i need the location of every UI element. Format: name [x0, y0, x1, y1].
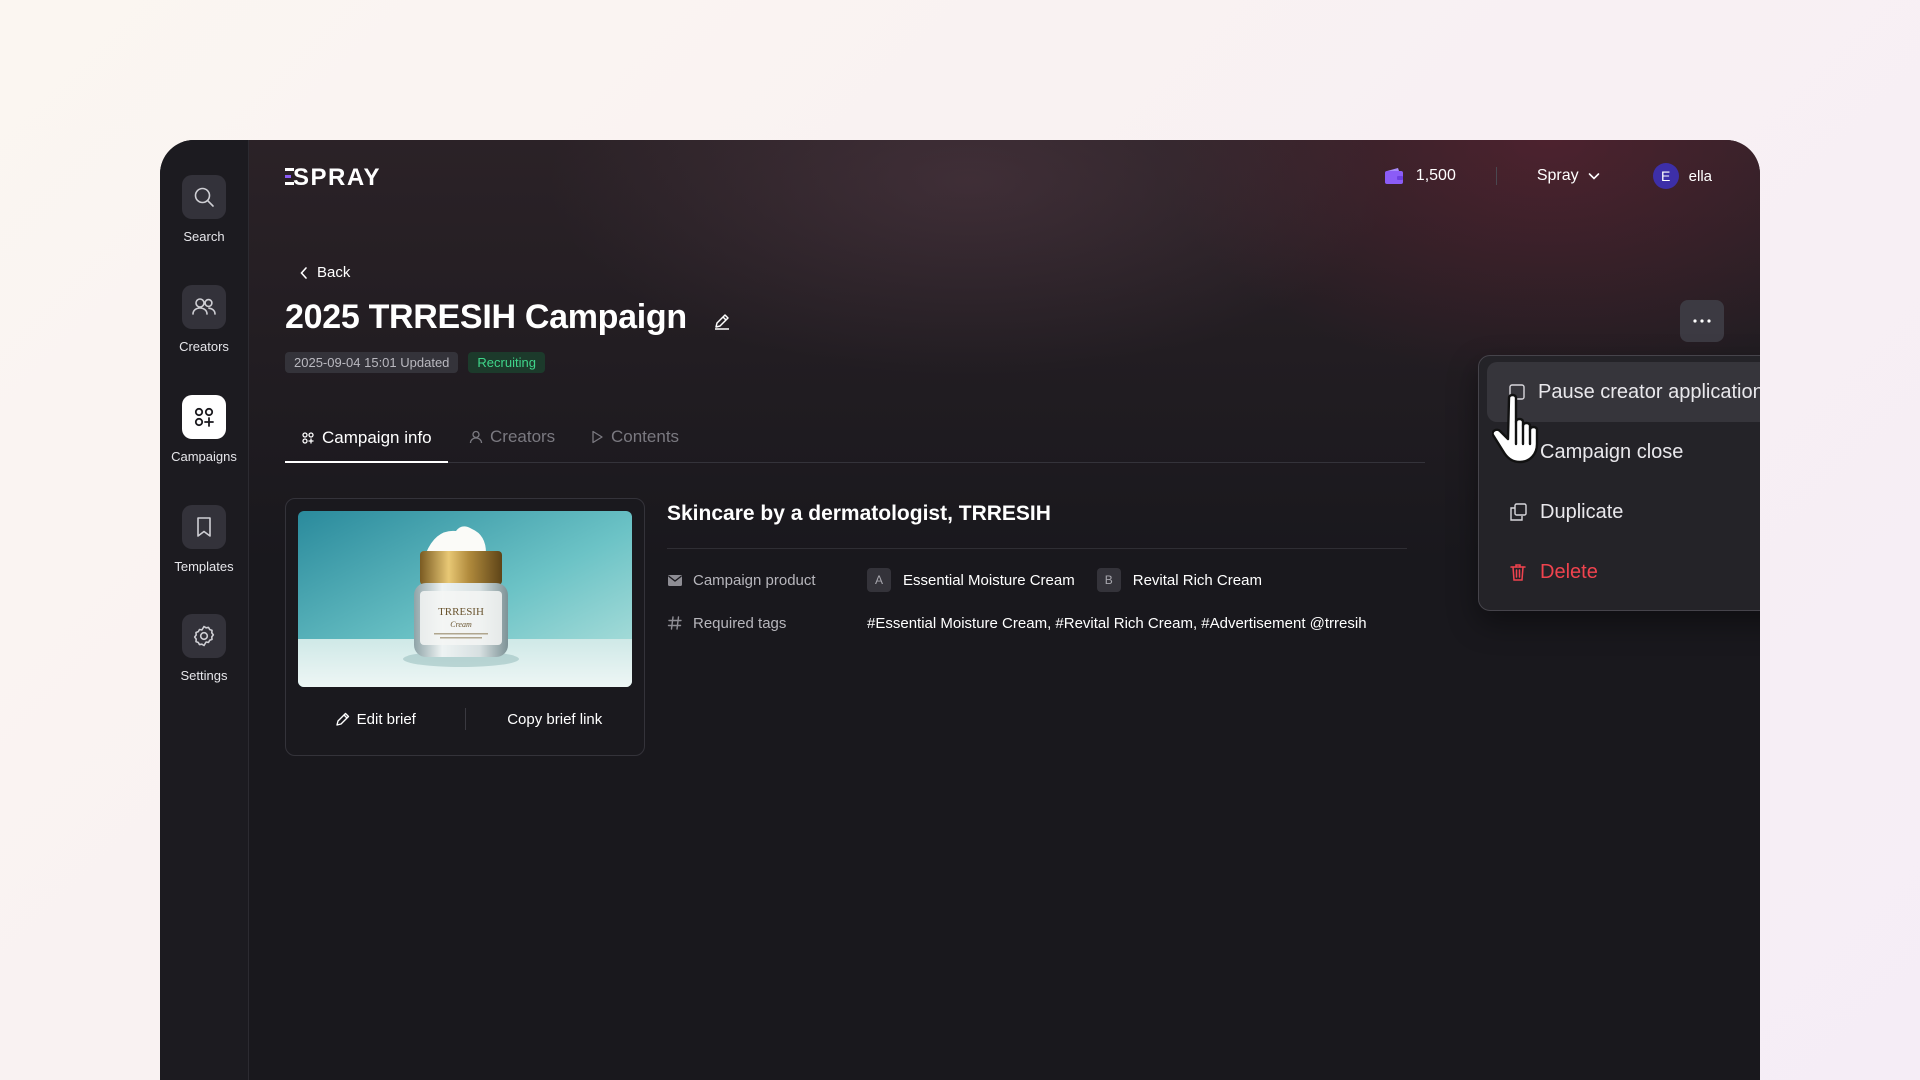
users-icon [182, 285, 226, 329]
sidebar-item-label: Templates [174, 559, 234, 574]
mail-icon [668, 575, 682, 586]
user-icon [469, 430, 483, 444]
trash-icon [1510, 564, 1526, 581]
required-tags-label: Required tags [667, 615, 867, 632]
product-badge: A [867, 568, 891, 592]
bookmark-icon [182, 505, 226, 549]
tab-label: Campaign info [322, 427, 432, 447]
required-tags-value: #Essential Moisture Cream, #Revital Rich… [867, 614, 1367, 632]
sidebar-item-templates[interactable]: Templates [160, 505, 248, 574]
page-title: 2025 TRRESIH Campaign [285, 298, 687, 336]
grid-plus-icon [302, 431, 314, 444]
copy-brief-link-button[interactable]: Copy brief link [466, 711, 645, 728]
product-image: TRRESIH Cream [298, 511, 632, 687]
brief-actions: Edit brief Copy brief link [286, 699, 644, 739]
campaign-headline: Skincare by a dermatologist, TRRESIH [667, 498, 1407, 549]
main-content: SPRAY 1,500 Spray E ella Back 2025 TRRES… [249, 140, 1760, 1080]
campaign-meta: 2025-09-04 15:01 Updated Recruiting [285, 352, 545, 373]
campaign-details: Skincare by a dermatologist, TRRESIH Cam… [667, 498, 1407, 649]
user-name: ella [1688, 167, 1712, 185]
sidebar-item-search[interactable]: Search [160, 175, 248, 244]
wallet-icon [1384, 168, 1403, 184]
svg-text:Cream: Cream [450, 620, 472, 629]
updated-badge: 2025-09-04 15:01 Updated [285, 352, 459, 373]
product-chip-a[interactable]: A Essential Moisture Cream [867, 568, 1075, 592]
edit-title-icon[interactable] [713, 312, 731, 335]
sidebar-item-creators[interactable]: Creators [160, 285, 248, 354]
sidebar-item-label: Search [183, 229, 225, 244]
back-link[interactable]: Back [299, 264, 350, 281]
sidebar-item-label: Campaigns [171, 449, 237, 464]
menu-item-duplicate[interactable]: Duplicate [1487, 482, 1760, 542]
divider [1495, 167, 1497, 185]
product-badge: B [1096, 568, 1121, 592]
campaign-product-row: Campaign product A Essential Moisture Cr… [667, 563, 1407, 597]
more-horizontal-icon [1693, 319, 1711, 323]
topbar-right: 1,500 Spray E ella [1384, 162, 1712, 190]
hand-cursor-icon [1491, 392, 1558, 471]
product-name: Revital Rich Cream [1132, 571, 1262, 589]
duplicate-icon [1510, 503, 1527, 521]
gear-icon [182, 614, 226, 658]
menu-item-delete[interactable]: Delete [1487, 542, 1760, 602]
sidebar-item-campaigns[interactable]: Campaigns [160, 395, 248, 464]
avatar: E [1652, 163, 1679, 189]
menu-item-label: Delete [1540, 560, 1598, 583]
sidebar: Search Creators Campaigns Templates Sett… [160, 140, 249, 1080]
brand-logo[interactable]: SPRAY [285, 164, 397, 193]
required-tags-row: Required tags #Essential Moisture Cream,… [667, 606, 1407, 640]
menu-item-label: Campaign close [1540, 440, 1684, 463]
product-chip-b[interactable]: B Revital Rich Cream [1096, 568, 1262, 592]
sidebar-item-settings[interactable]: Settings [160, 614, 248, 683]
svg-text:SPRAY: SPRAY [293, 164, 381, 188]
tab-label: Contents [611, 427, 680, 446]
edit-brief-label: Edit brief [356, 710, 416, 728]
hash-icon [667, 616, 682, 630]
sidebar-item-label: Creators [179, 339, 229, 354]
user-menu[interactable]: E ella [1652, 163, 1712, 189]
workspace-name: Spray [1536, 167, 1579, 184]
sidebar-item-label: Settings [180, 668, 228, 683]
tab-contents[interactable]: Contents [590, 414, 679, 460]
more-options-button[interactable] [1680, 300, 1724, 342]
copy-brief-link-label: Copy brief link [507, 710, 603, 728]
tab-creators[interactable]: Creators [469, 414, 555, 460]
credit-amount: 1,500 [1415, 167, 1456, 184]
brief-card: TRRESIH Cream Edit brief Copy brief link [285, 498, 645, 756]
tab-bar: Campaign info Creators Contents [285, 414, 1425, 463]
credit-balance[interactable]: 1,500 [1384, 167, 1456, 185]
workspace-selector[interactable]: Spray [1537, 167, 1601, 185]
tab-label: Creators [490, 427, 556, 446]
search-icon [182, 175, 226, 219]
app-window: Search Creators Campaigns Templates Sett… [160, 140, 1760, 1080]
edit-brief-button[interactable]: Edit brief [286, 711, 465, 728]
back-label: Back [317, 264, 351, 281]
chevron-down-icon [1588, 173, 1599, 180]
campaign-product-label: Campaign product [667, 572, 867, 589]
menu-item-label: Duplicate [1540, 500, 1624, 523]
product-name: Essential Moisture Cream [903, 571, 1075, 589]
tab-campaign-info[interactable]: Campaign info [285, 414, 448, 463]
status-badge: Recruiting [468, 352, 545, 373]
pencil-icon [335, 712, 349, 726]
menu-item-label: Pause creator applications [1538, 380, 1760, 403]
svg-text:TRRESIH: TRRESIH [438, 606, 484, 618]
chevron-left-icon [300, 266, 307, 279]
play-icon [592, 430, 603, 444]
grid-plus-icon [182, 395, 226, 439]
